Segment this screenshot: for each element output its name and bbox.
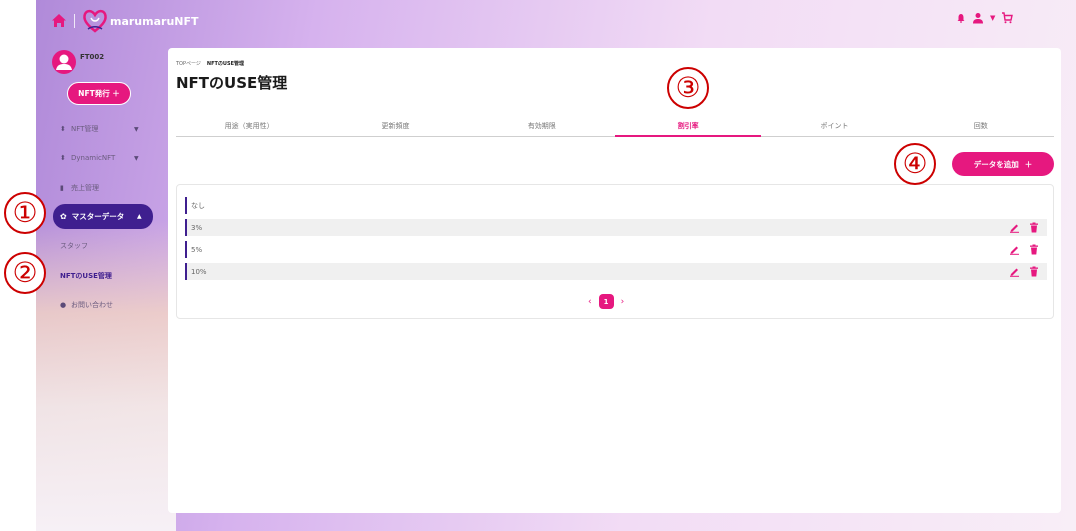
sidebar-subitem-staff[interactable]: スタッフ xyxy=(60,241,88,251)
tab-points[interactable]: ポイント xyxy=(761,115,907,136)
trash-icon[interactable] xyxy=(1029,266,1039,277)
sidebar: FT002 NFT発行 ＋ ⬍ NFT管理 ▼ ⬍ DynamicNFT ▼ ▮… xyxy=(36,44,168,531)
annotation-1: ① xyxy=(4,192,46,234)
sidebar-item-label: NFT管理 xyxy=(71,125,99,133)
list-item-label: 5% xyxy=(191,245,203,254)
topbar-divider xyxy=(74,14,75,28)
sidebar-item-label: マスターデータ xyxy=(71,212,125,221)
bell-icon[interactable] xyxy=(956,13,966,23)
logo[interactable]: marumaruNFT xyxy=(82,8,199,34)
breadcrumb-current: NFTのUSE管理 xyxy=(206,61,244,67)
edit-icon[interactable] xyxy=(1009,222,1020,233)
tab-update-frequency[interactable]: 更新頻度 xyxy=(322,115,468,136)
annotation-4: ④ xyxy=(894,143,936,185)
annotation-2: ② xyxy=(4,252,46,294)
sidebar-item-label: 売上管理 xyxy=(71,184,99,192)
prev-page-button[interactable]: ‹ xyxy=(588,297,592,307)
page-1-button[interactable]: 1 xyxy=(598,294,614,309)
chevron-up-icon: ▲ xyxy=(137,213,142,220)
tab-discount-rate[interactable]: 割引率 xyxy=(614,115,762,137)
add-data-button[interactable]: データを追加 ＋ xyxy=(952,152,1054,176)
sidebar-item-sales[interactable]: ▮ 売上管理 xyxy=(60,183,99,193)
home-icon[interactable] xyxy=(51,13,67,29)
sidebar-subitem-nft-use[interactable]: NFTのUSE管理 xyxy=(60,271,112,281)
user-icon[interactable] xyxy=(972,12,984,24)
chevron-down-icon: ▼ xyxy=(134,154,139,162)
list-item-label: 3% xyxy=(191,223,203,232)
list-item: 10% xyxy=(185,263,1047,280)
sidebar-item-dynamic-nft[interactable]: ⬍ DynamicNFT ▼ xyxy=(60,154,139,162)
user-profile[interactable]: FT002 xyxy=(52,50,104,74)
row-actions xyxy=(1009,266,1039,277)
tab-count[interactable]: 回数 xyxy=(908,115,1054,136)
gear-icon: ✿ xyxy=(60,212,67,221)
chevron-down-icon: ▼ xyxy=(134,125,139,133)
user-name: FT002 xyxy=(80,53,105,61)
tab-expiry[interactable]: 有効期限 xyxy=(469,115,615,136)
avatar xyxy=(52,50,76,74)
row-actions xyxy=(1009,222,1039,233)
row-marker xyxy=(185,241,187,258)
sidebar-item-label: DynamicNFT xyxy=(71,154,116,162)
row-marker xyxy=(185,219,187,236)
bar-chart-icon: ▮ xyxy=(60,184,64,192)
row-actions xyxy=(1009,244,1039,255)
cart-icon[interactable] xyxy=(1001,12,1014,24)
trash-icon[interactable] xyxy=(1029,222,1039,233)
breadcrumb-top[interactable]: TOPページ xyxy=(176,60,201,67)
top-right-icons: ▼ xyxy=(956,12,1014,24)
pagination: ‹ 1 › xyxy=(588,294,624,309)
edit-icon[interactable] xyxy=(1009,244,1020,255)
list-item: なし xyxy=(185,197,1047,214)
logo-text: marumaruNFT xyxy=(110,14,199,28)
add-data-label: データを追加 xyxy=(973,159,1019,169)
sidebar-item-nft-management[interactable]: ⬍ NFT管理 ▼ xyxy=(60,124,139,134)
main-panel: TOPページ NFTのUSE管理 NFTのUSE管理 用途（実用性） 更新頻度 … xyxy=(168,48,1061,513)
trash-icon[interactable] xyxy=(1029,244,1039,255)
heart-logo-icon xyxy=(83,9,107,33)
list-item-label: なし xyxy=(191,201,205,210)
sidebar-item-master-data[interactable]: ✿ マスターデータ ▲ xyxy=(53,204,153,229)
sidebar-item-label: お問い合わせ xyxy=(71,301,113,309)
list-item: 5% xyxy=(185,241,1047,258)
row-marker xyxy=(185,197,187,214)
sidebar-item-contact[interactable]: ● お問い合わせ xyxy=(60,300,113,310)
tab-bar: 用途（実用性） 更新頻度 有効期限 割引率 ポイント 回数 xyxy=(176,115,1054,137)
up-down-icon: ⬍ xyxy=(60,154,66,162)
edit-icon[interactable] xyxy=(1009,266,1020,277)
up-down-icon: ⬍ xyxy=(60,125,66,133)
question-icon: ● xyxy=(60,301,67,309)
annotation-3: ③ xyxy=(667,67,709,109)
plus-icon: ＋ xyxy=(1024,159,1033,169)
list-item: 3% xyxy=(185,219,1047,236)
list-item-label: 10% xyxy=(191,267,207,276)
breadcrumb: TOPページ NFTのUSE管理 xyxy=(176,60,244,67)
next-page-button[interactable]: › xyxy=(621,297,625,307)
nft-issue-button[interactable]: NFT発行 ＋ xyxy=(67,82,131,105)
tab-usage[interactable]: 用途（実用性） xyxy=(176,115,322,136)
top-bar: marumaruNFT ▼ xyxy=(36,0,1076,44)
page-title: NFTのUSE管理 xyxy=(176,74,288,92)
row-marker xyxy=(185,263,187,280)
chevron-down-icon[interactable]: ▼ xyxy=(990,14,995,22)
